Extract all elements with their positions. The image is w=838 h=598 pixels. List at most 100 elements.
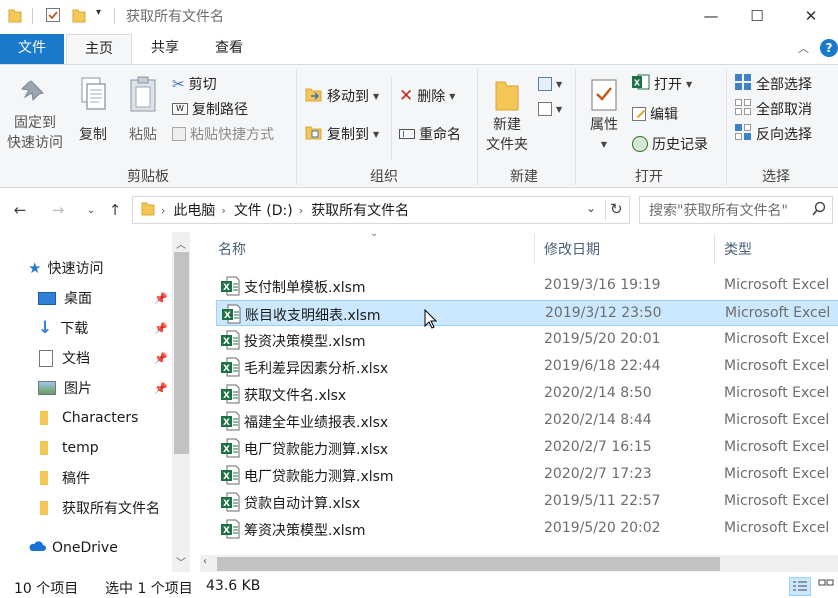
copy-button[interactable]: 复制 (70, 73, 116, 145)
column-header-name[interactable]: 名称 (218, 232, 246, 266)
paste-button[interactable]: 粘贴 (122, 73, 164, 145)
scroll-left-arrow-icon[interactable]: ‹ (203, 556, 207, 567)
excel-icon: X (632, 74, 650, 94)
history-button[interactable]: 历史记录 (632, 133, 708, 155)
excel-file-icon: X (220, 438, 240, 458)
nav-item-label: 获取所有文件名 (62, 501, 160, 517)
select-all-button[interactable]: 全部选择 (734, 73, 812, 95)
file-row[interactable]: X 福建全年业绩报表.xlsx 2020/2/14 8:44 Microsoft Ex… (216, 408, 838, 434)
column-header-date[interactable]: 修改日期 (544, 232, 600, 266)
file-row[interactable]: X 毛利差异因素分析.xlsx 2019/6/18 22:44 Microsoft E… (216, 354, 838, 380)
delete-button[interactable]: ✕ 删除 ▼ (399, 85, 455, 107)
edit-button[interactable]: 编辑 (632, 103, 678, 125)
select-none-button[interactable]: 全部取消 (734, 98, 812, 120)
pin-label-line1: 固定到 (14, 115, 56, 131)
nav-item-desktop[interactable]: 桌面 📌 (0, 284, 172, 312)
new-folder-quick-icon[interactable] (72, 7, 86, 23)
easy-access-button[interactable]: ▼ (538, 98, 562, 120)
up-arrow-icon[interactable]: ↑ (104, 199, 126, 221)
properties-label: 属性 (590, 117, 618, 133)
collapse-ribbon-icon[interactable]: ︿ (798, 40, 809, 56)
file-row[interactable]: X 支付制单模板.xlsm 2019/3/16 19:19 Microsoft Exc… (216, 273, 838, 299)
column-divider[interactable] (714, 234, 715, 264)
excel-file-icon: X (220, 357, 240, 377)
copy-path-icon: W (172, 103, 188, 115)
search-box[interactable]: 搜索"获取所有文件名" (639, 196, 833, 224)
ribbon-tabs: 文件 主页 共享 查看 ︿ ? (0, 34, 838, 65)
nav-scrollbar-thumb[interactable] (174, 252, 189, 454)
nav-item-documents[interactable]: 文档 📌 (0, 344, 172, 372)
copy-path-button[interactable]: W 复制路径 (172, 98, 248, 120)
new-folder-label-line2: 文件夹 (486, 137, 528, 153)
tab-share[interactable]: 共享 (134, 34, 196, 64)
copy-to-button[interactable]: 复制到 ▼ (305, 123, 379, 145)
address-dropdown-chevron-icon[interactable]: ⌄ (586, 201, 596, 215)
nav-onedrive[interactable]: OneDrive (0, 534, 172, 562)
maximize-button[interactable]: ☐ (734, 0, 780, 32)
column-header-type[interactable]: 类型 (724, 232, 752, 266)
nav-onedrive-label: OneDrive (52, 540, 118, 556)
large-icons-view-icon[interactable] (818, 579, 834, 597)
customize-quick-access-icon[interactable]: ▾ (96, 7, 101, 18)
excel-file-icon: X (220, 276, 240, 296)
help-icon[interactable]: ? (820, 39, 838, 57)
nav-item-downloads[interactable]: ↓ 下载 📌 (0, 314, 172, 342)
scroll-up-arrow-icon[interactable]: ︿ (176, 236, 186, 251)
nav-item-label: 稿件 (62, 471, 90, 487)
open-button[interactable]: X 打开 ▼ (632, 73, 692, 95)
recent-locations-chevron-icon[interactable]: ⌄ (80, 199, 102, 221)
forward-arrow-icon[interactable]: → (47, 199, 69, 221)
new-item-button[interactable]: ▼ (538, 73, 562, 95)
group-divider (296, 69, 297, 185)
file-row[interactable]: X 账目收支明细表.xlsm 2019/3/12 23:50 Microsoft Ex… (216, 300, 838, 326)
rename-button[interactable]: 重命名 (399, 123, 461, 145)
details-view-icon[interactable] (789, 577, 811, 596)
paste-icon (122, 73, 164, 115)
file-row[interactable]: X 电厂贷款能力测算.xlsm 2020/2/7 17:23 Microsoft Ex… (216, 462, 838, 488)
refresh-icon[interactable]: ↻ (610, 200, 623, 218)
breadcrumb-current-folder[interactable]: 获取所有文件名 (311, 200, 409, 220)
file-row[interactable]: X 电厂贷款能力测算.xlsx 2020/2/7 16:15 Microsoft Ex… (216, 435, 838, 461)
file-name: 电厂贷款能力测算.xlsx (244, 442, 389, 458)
file-row[interactable]: X 获取文件名.xlsx 2020/2/14 8:50 Microsoft Excel (216, 381, 838, 407)
scroll-down-arrow-icon[interactable]: ﹀ (176, 554, 186, 569)
breadcrumb-this-pc[interactable]: 此电脑 (173, 200, 215, 220)
column-divider[interactable] (534, 234, 535, 264)
nav-item-label: Characters (62, 410, 139, 426)
open-label: 打开 (654, 77, 682, 93)
nav-item-current-folder[interactable]: 获取所有文件名 (0, 494, 172, 522)
minimize-button[interactable]: — (688, 0, 734, 32)
nav-item-characters[interactable]: Characters (0, 404, 172, 432)
file-date: 2020/2/14 8:50 (544, 385, 652, 401)
file-row[interactable]: X 贷款自动计算.xlsx 2019/5/11 22:57 Microsoft Exc… (216, 489, 838, 515)
nav-item-drafts[interactable]: 稿件 (0, 464, 172, 492)
file-row[interactable]: X 投资决策模型.xlsm 2019/5/20 20:01 Microsoft Exc… (216, 327, 838, 353)
close-button[interactable]: ✕ (788, 0, 834, 32)
horizontal-scrollbar-thumb[interactable] (217, 557, 720, 571)
svg-text:X: X (634, 79, 641, 88)
new-folder-button[interactable]: 新建 文件夹 (482, 73, 532, 155)
pin-to-quick-access-button[interactable]: 固定到 快速访问 (4, 73, 66, 153)
file-explorer-window: ▾ 获取所有文件名 — ☐ ✕ 文件 主页 共享 查看 ︿ ? 固定到 快速访问… (0, 0, 838, 598)
pin-icon (4, 73, 66, 113)
properties-quick-icon[interactable] (45, 7, 61, 23)
tab-home[interactable]: 主页 (66, 34, 132, 65)
paste-shortcut-button[interactable]: 粘贴快捷方式 (172, 123, 274, 145)
file-row[interactable]: X 筹资决策模型.xlsm 2019/5/20 20:02 Microsoft Exc… (216, 516, 838, 542)
file-type: Microsoft Excel (724, 520, 830, 536)
address-folder-icon (141, 200, 155, 220)
breadcrumb-drive-d[interactable]: 文件 (D:) (234, 200, 293, 220)
search-icon[interactable] (812, 201, 826, 221)
back-arrow-icon[interactable]: ← (9, 199, 31, 221)
nav-item-pictures[interactable]: 图片 📌 (0, 374, 172, 402)
invert-selection-button[interactable]: 反向选择 (734, 123, 812, 145)
title-bar: ▾ 获取所有文件名 — ☐ ✕ (0, 0, 838, 32)
properties-button[interactable]: 属性 ▼ (582, 73, 626, 155)
cut-button[interactable]: ✂ 剪切 (172, 73, 217, 95)
address-bar[interactable]: › 此电脑 › 文件 (D:) › 获取所有文件名 ⌄ ↻ (132, 196, 630, 224)
nav-quick-access[interactable]: ★ 快速访问 (0, 254, 172, 282)
nav-item-temp[interactable]: temp (0, 434, 172, 462)
tab-file[interactable]: 文件 (0, 34, 64, 64)
move-to-button[interactable]: 移动到 ▼ (305, 85, 379, 107)
tab-view[interactable]: 查看 (198, 34, 260, 64)
